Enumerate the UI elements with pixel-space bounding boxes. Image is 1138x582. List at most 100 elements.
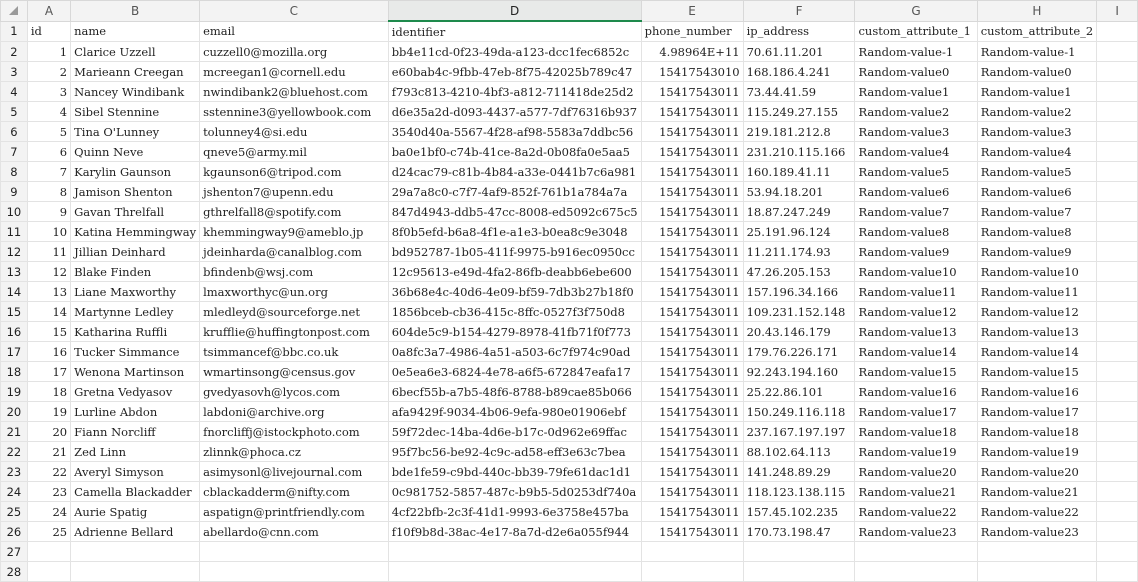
cell[interactable]: Random-value16 bbox=[854, 381, 978, 402]
cell[interactable] bbox=[1096, 141, 1138, 162]
cell[interactable]: Marieann Creegan bbox=[70, 61, 201, 82]
cell[interactable]: 6becf55b-a7b5-48f6-8788-b89cae85b066 bbox=[387, 381, 642, 402]
cell[interactable]: Camella Blackadder bbox=[70, 481, 201, 502]
cell[interactable]: 15417543010 bbox=[640, 61, 744, 82]
cell[interactable]: 15417543011 bbox=[640, 461, 744, 482]
row-header[interactable]: 8 bbox=[0, 161, 28, 182]
cell[interactable]: Clarice Uzzell bbox=[70, 41, 201, 62]
cell[interactable]: sstennine3@yellowbook.com bbox=[199, 101, 389, 122]
cell[interactable]: bfindenb@wsj.com bbox=[199, 261, 389, 282]
cell[interactable] bbox=[387, 541, 642, 562]
cell[interactable]: 141.248.89.29 bbox=[742, 461, 856, 482]
cell[interactable]: Tina O'Lunney bbox=[70, 121, 201, 142]
cell[interactable]: 15417543011 bbox=[640, 181, 744, 202]
cell[interactable]: 15417543011 bbox=[640, 101, 744, 122]
cell[interactable]: 15417543011 bbox=[640, 421, 744, 442]
cell[interactable]: qneve5@army.mil bbox=[199, 141, 389, 162]
cell[interactable] bbox=[199, 541, 389, 562]
cell[interactable]: 13 bbox=[26, 281, 72, 302]
row-header[interactable]: 19 bbox=[0, 381, 28, 402]
cell[interactable]: 847d4943-ddb5-47cc-8008-ed5092c675c5 bbox=[387, 201, 642, 222]
cell[interactable]: mledleyd@sourceforge.net bbox=[199, 301, 389, 322]
cell[interactable] bbox=[854, 541, 978, 562]
cell[interactable]: 95f7bc56-be92-4c9c-ad58-eff3e63c7bea bbox=[387, 441, 642, 462]
cell[interactable]: identifier bbox=[387, 20, 642, 42]
cell[interactable] bbox=[1096, 61, 1138, 82]
column-header-e[interactable]: E bbox=[640, 0, 744, 22]
cell[interactable]: Random-value10 bbox=[854, 261, 978, 282]
cell[interactable]: Katharina Ruffli bbox=[70, 321, 201, 342]
cell[interactable]: zlinnk@phoca.cz bbox=[199, 441, 389, 462]
cell[interactable]: 8f0b5efd-b6a8-4f1e-a1e3-b0ea8c9e3048 bbox=[387, 221, 642, 242]
cell[interactable]: 231.210.115.166 bbox=[742, 141, 856, 162]
cell[interactable]: gthrelfall8@spotify.com bbox=[199, 201, 389, 222]
cell[interactable]: 25.191.96.124 bbox=[742, 221, 856, 242]
cell[interactable]: jdeinharda@canalblog.com bbox=[199, 241, 389, 262]
cell[interactable]: wmartinsong@census.gov bbox=[199, 361, 389, 382]
cell[interactable]: Random-value9 bbox=[854, 241, 978, 262]
cell[interactable]: gvedyasovh@lycos.com bbox=[199, 381, 389, 402]
cell[interactable]: 2 bbox=[26, 61, 72, 82]
cell[interactable]: f10f9b8d-38ac-4e17-8a7d-d2e6a055f944 bbox=[387, 521, 642, 542]
cell[interactable]: abellardo@cnn.com bbox=[199, 521, 389, 542]
cell[interactable] bbox=[70, 541, 201, 562]
cell[interactable]: 0a8fc3a7-4986-4a51-a503-6c7f974c90ad bbox=[387, 341, 642, 362]
cell[interactable] bbox=[1096, 221, 1138, 242]
cell[interactable]: Random-value13 bbox=[854, 321, 978, 342]
cell[interactable]: Random-value1 bbox=[976, 81, 1098, 102]
cell[interactable]: 15417543011 bbox=[640, 141, 744, 162]
cell[interactable]: Random-value10 bbox=[976, 261, 1098, 282]
cell[interactable] bbox=[1096, 461, 1138, 482]
row-header[interactable]: 4 bbox=[0, 81, 28, 102]
cell[interactable] bbox=[640, 561, 744, 582]
cell[interactable]: Gretna Vedyasov bbox=[70, 381, 201, 402]
cell[interactable]: 12 bbox=[26, 261, 72, 282]
cell[interactable]: Random-value20 bbox=[854, 461, 978, 482]
row-header[interactable]: 24 bbox=[0, 481, 28, 502]
cell[interactable]: Random-value0 bbox=[976, 61, 1098, 82]
cell[interactable]: Wenona Martinson bbox=[70, 361, 201, 382]
cell[interactable]: Random-value9 bbox=[976, 241, 1098, 262]
cell[interactable]: mcreegan1@cornell.edu bbox=[199, 61, 389, 82]
cell[interactable]: 15417543011 bbox=[640, 161, 744, 182]
cell[interactable] bbox=[854, 561, 978, 582]
cell[interactable]: Random-value1 bbox=[854, 81, 978, 102]
select-all-corner[interactable] bbox=[0, 0, 28, 22]
cell[interactable] bbox=[1096, 20, 1138, 42]
cell[interactable]: Random-value23 bbox=[854, 521, 978, 542]
cell[interactable]: bde1fe59-c9bd-440c-bb39-79fe61dac1d1 bbox=[387, 461, 642, 482]
column-header-i[interactable]: I bbox=[1096, 0, 1138, 22]
cell[interactable]: 18 bbox=[26, 381, 72, 402]
cell[interactable]: 20 bbox=[26, 421, 72, 442]
cell[interactable]: krufflie@huffingtonpost.com bbox=[199, 321, 389, 342]
cell[interactable]: bb4e11cd-0f23-49da-a123-dcc1fec6852c bbox=[387, 41, 642, 62]
cell[interactable]: Random-value3 bbox=[854, 121, 978, 142]
cell[interactable]: 8 bbox=[26, 181, 72, 202]
cell[interactable]: 237.167.197.197 bbox=[742, 421, 856, 442]
cell[interactable]: Random-value17 bbox=[976, 401, 1098, 422]
cell[interactable]: Random-value12 bbox=[854, 301, 978, 322]
cell[interactable]: Liane Maxworthy bbox=[70, 281, 201, 302]
cell[interactable]: 25 bbox=[26, 521, 72, 542]
cell[interactable] bbox=[1096, 81, 1138, 102]
cell[interactable]: asimysonl@livejournal.com bbox=[199, 461, 389, 482]
cell[interactable]: 15417543011 bbox=[640, 321, 744, 342]
column-header-a[interactable]: A bbox=[26, 0, 72, 22]
cell[interactable]: 150.249.116.118 bbox=[742, 401, 856, 422]
cell[interactable]: 219.181.212.8 bbox=[742, 121, 856, 142]
cell[interactable]: 0e5ea6e3-6824-4e78-a6f5-672847eafa17 bbox=[387, 361, 642, 382]
cell[interactable] bbox=[1096, 481, 1138, 502]
cell[interactable]: Karylin Gaunson bbox=[70, 161, 201, 182]
cell[interactable] bbox=[1096, 161, 1138, 182]
cell[interactable]: 18.87.247.249 bbox=[742, 201, 856, 222]
cell[interactable]: 15 bbox=[26, 321, 72, 342]
cell[interactable]: d6e35a2d-d093-4437-a577-7df76316b937 bbox=[387, 101, 642, 122]
cell[interactable] bbox=[1096, 241, 1138, 262]
cell[interactable]: Random-value15 bbox=[976, 361, 1098, 382]
cell[interactable]: 15417543011 bbox=[640, 521, 744, 542]
cell[interactable]: 15417543011 bbox=[640, 501, 744, 522]
cell[interactable]: Random-value22 bbox=[854, 501, 978, 522]
cell[interactable]: 88.102.64.113 bbox=[742, 441, 856, 462]
cell[interactable]: 12c95613-e49d-4fa2-86fb-deabb6ebe600 bbox=[387, 261, 642, 282]
cell[interactable]: Fiann Norcliff bbox=[70, 421, 201, 442]
